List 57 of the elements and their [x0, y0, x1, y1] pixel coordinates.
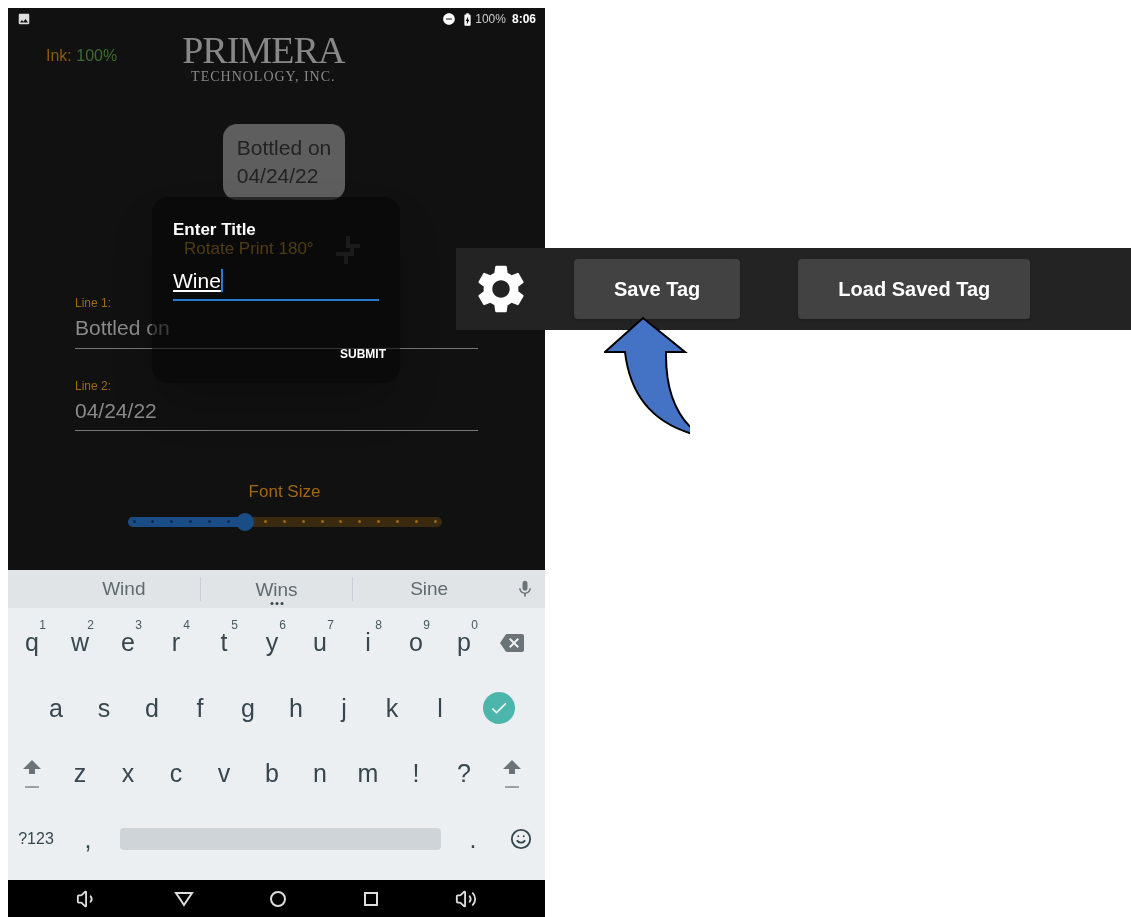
font-size-label: Font Size	[248, 481, 321, 503]
keyboard-key[interactable]: 2 w	[56, 610, 104, 676]
emoji-icon[interactable]	[510, 828, 532, 851]
keyboard-key[interactable]: k	[368, 675, 416, 741]
back-icon[interactable]	[173, 890, 194, 907]
keyboard-key[interactable]: 3 e	[104, 610, 152, 676]
title-input[interactable]: Wine	[173, 268, 379, 301]
toolbar-button[interactable]: Load Saved Tag	[798, 259, 1031, 319]
keyboard-key[interactable]: j	[320, 675, 368, 741]
slider-thumb[interactable]	[236, 512, 255, 531]
keyboard-key[interactable]: 8 i	[344, 610, 392, 676]
battery-level: 100%	[475, 11, 506, 28]
clock-time: 8:06	[511, 11, 536, 28]
keyboard-key[interactable]: n	[296, 741, 344, 807]
word-suggestion[interactable]: Wins	[255, 579, 298, 605]
more-dots-icon	[269, 602, 284, 605]
dialog-title: Enter Title	[173, 219, 257, 241]
recents-icon[interactable]	[363, 890, 380, 907]
keyboard-key[interactable]: a	[32, 675, 80, 741]
keyboard-key[interactable]: 0 p	[440, 610, 488, 676]
image-icon	[17, 12, 31, 26]
keyboard-key[interactable]: 5 t	[200, 610, 248, 676]
rotate-print-label: Rotate Print 180°	[184, 238, 314, 261]
tag-preview: Bottled on 04/24/22	[222, 124, 346, 200]
keyboard-key[interactable]: 6 y	[248, 610, 296, 676]
keyboard-key[interactable]: 1 q	[8, 610, 56, 676]
do-not-disturb-icon	[442, 12, 457, 26]
keyboard-key[interactable]: ,	[64, 806, 112, 872]
ink-level: Ink: 100%	[46, 46, 118, 66]
word-suggestion[interactable]: Sine	[410, 578, 449, 600]
keyboard-key[interactable]: l	[416, 675, 464, 741]
home-icon[interactable]	[269, 889, 288, 908]
keyboard-key[interactable]: s	[80, 675, 128, 741]
keyboard-key[interactable]: ?	[440, 741, 488, 807]
keyboard-key[interactable]: z	[56, 741, 104, 807]
keyboard-key[interactable]: x	[104, 741, 152, 807]
enter-key[interactable]	[483, 692, 515, 725]
keyboard-key[interactable]: f	[176, 675, 224, 741]
keyboard-key[interactable]: g	[224, 675, 272, 741]
toolbar-button[interactable]: Save Tag	[574, 259, 741, 319]
keyboard-key[interactable]: m	[344, 741, 392, 807]
keyboard-key[interactable]: 4 r	[152, 610, 200, 676]
shift-icon[interactable]	[502, 757, 522, 790]
keyboard-key[interactable]: .	[449, 806, 497, 872]
keyboard-key[interactable]: b	[248, 741, 296, 807]
keyboard-key[interactable]: !	[392, 741, 440, 807]
symbols-key[interactable]: ?123	[8, 806, 64, 872]
keyboard-key[interactable]: d	[128, 675, 176, 741]
company-logo: PRIMERA TECHNOLOGY, INC.	[182, 30, 345, 84]
shift-icon[interactable]	[22, 757, 42, 790]
keyboard-key[interactable]: 7 u	[296, 610, 344, 676]
text-field[interactable]: Line 2: 04/24/22	[75, 376, 478, 431]
keyboard-key[interactable]: c	[152, 741, 200, 807]
keyboard-key[interactable]: 9 o	[392, 610, 440, 676]
word-suggestion[interactable]: Wind	[102, 578, 146, 600]
keyboard-key[interactable]: v	[200, 741, 248, 807]
keyboard-key[interactable]: h	[272, 675, 320, 741]
